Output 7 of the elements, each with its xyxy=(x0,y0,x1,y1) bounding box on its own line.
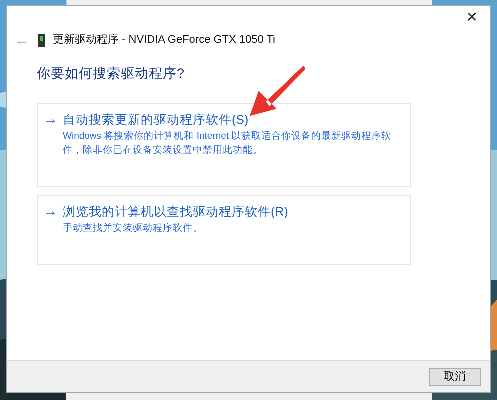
close-button[interactable]: ✕ xyxy=(454,6,490,28)
option-button[interactable]: → 自动搜索更新的驱动程序软件(S) Windows 将搜索你的计算机和 Internet 以获取适合你设备的最新驱动程序软件，除非你已在设备安装设置中禁用此功能。 xyxy=(37,103,411,188)
device-icon xyxy=(38,34,45,46)
option-button[interactable]: → 浏览我的计算机以查找驱动程序软件(R) 手动查找并安装驱动程序软件。 xyxy=(37,195,411,266)
heading: 你要如何搜索驱动程序? xyxy=(37,65,186,83)
window-title: 更新驱动程序 - NVIDIA GeForce GTX 1050 Ti xyxy=(53,32,276,48)
cancel-button[interactable]: 取消 xyxy=(429,368,481,386)
